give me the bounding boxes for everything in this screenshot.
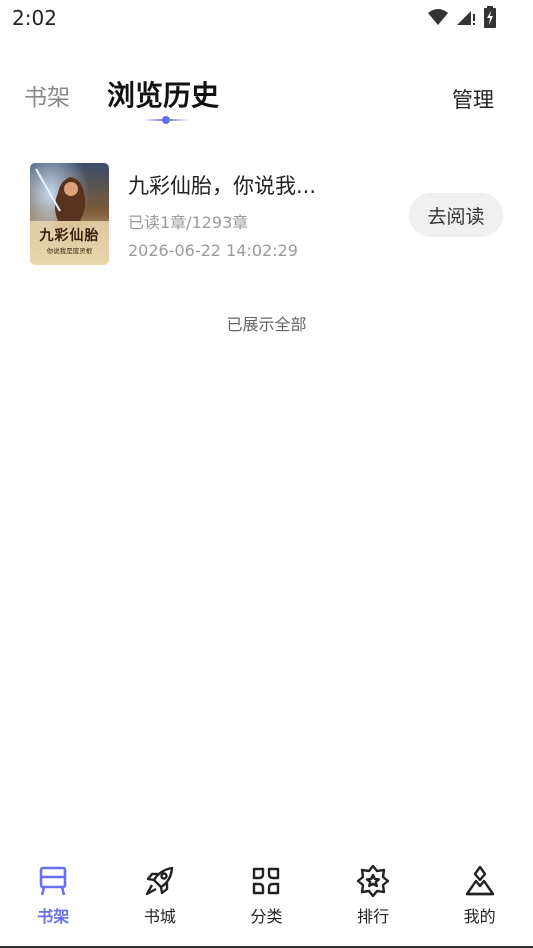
status-icons	[427, 6, 497, 28]
book-cover[interactable]: 九彩仙胎 你说我是废灵根	[30, 163, 109, 265]
reading-progress: 已读1章/1293章	[128, 213, 249, 232]
nav-item-bookshelf[interactable]: 书架	[0, 852, 107, 946]
book-title[interactable]: 九彩仙胎，你说我...	[128, 170, 316, 200]
nav-label-bookshelf: 书架	[37, 907, 70, 926]
last-read-time: 2026-06-22 14:02:29	[128, 241, 298, 260]
bottom-nav: 书架 书城 分类 排行 我的	[0, 852, 533, 946]
profile-icon	[465, 865, 494, 896]
tab-bookshelf[interactable]: 书架	[24, 78, 70, 112]
rocket-icon	[145, 866, 174, 896]
signal-icon	[457, 11, 475, 25]
nav-item-ranking[interactable]: 排行	[320, 852, 427, 946]
nav-label-bookstore: 书城	[143, 907, 176, 926]
ranking-icon	[356, 864, 390, 898]
go-read-button[interactable]: 去阅读	[409, 193, 503, 237]
bookshelf-icon	[39, 866, 67, 896]
history-list-item[interactable]: 九彩仙胎 你说我是废灵根 九彩仙胎，你说我... 已读1章/1293章 2026…	[0, 160, 533, 270]
nav-item-category[interactable]: 分类	[213, 852, 320, 946]
status-time: 2:02	[12, 6, 57, 30]
status-bar: 2:02	[0, 0, 533, 36]
category-icon	[253, 867, 280, 895]
nav-label-profile: 我的	[463, 907, 496, 926]
manage-button[interactable]: 管理	[452, 84, 494, 114]
wifi-icon	[428, 9, 448, 25]
cover-subtitle: 你说我是废灵根	[46, 247, 93, 255]
nav-item-profile[interactable]: 我的	[426, 852, 533, 946]
battery-icon	[484, 6, 496, 28]
tab-browse-history[interactable]: 浏览历史	[107, 74, 219, 114]
cover-title: 九彩仙胎	[39, 228, 100, 244]
nav-item-bookstore[interactable]: 书城	[107, 852, 214, 946]
list-end-note: 已展示全部	[226, 315, 307, 334]
nav-label-ranking: 排行	[357, 907, 390, 926]
header: 书架 浏览历史 管理	[0, 60, 533, 130]
tab-indicator	[143, 116, 189, 124]
nav-label-category: 分类	[250, 907, 283, 926]
